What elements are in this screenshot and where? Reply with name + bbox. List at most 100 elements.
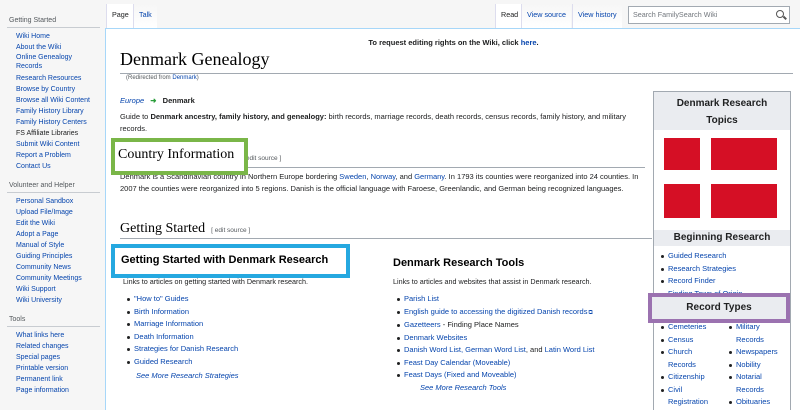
sidebar-list-volunteer: Personal Sandbox Upload File/Image Edit … bbox=[16, 197, 106, 306]
list-item[interactable]: Parish List bbox=[396, 293, 595, 306]
sidebar-item-printable[interactable]: Printable version bbox=[16, 364, 106, 374]
breadcrumb-current: Denmark bbox=[162, 96, 195, 105]
highlight-country-information-label: Country Information bbox=[118, 147, 235, 162]
sidebar-item-principles[interactable]: Guiding Principles bbox=[16, 252, 106, 262]
sidebar-item-submit[interactable]: Submit Wiki Content bbox=[16, 140, 106, 150]
highlight-country-information: Country Information bbox=[111, 138, 248, 175]
heading-denmark-research-tools: Denmark Research Tools bbox=[393, 257, 525, 269]
list-item[interactable]: Notarial Records bbox=[728, 371, 773, 396]
beginning-research-list: Guided Research Research Strategies Reco… bbox=[654, 246, 790, 298]
list-item[interactable]: Death Information bbox=[126, 331, 238, 344]
list-item[interactable]: Nobility bbox=[728, 359, 790, 372]
sidebar-item-permanent[interactable]: Permanent link bbox=[16, 375, 106, 385]
intro-pre: Guide to bbox=[120, 112, 151, 121]
sidebar-item-pageinfo[interactable]: Page information bbox=[16, 386, 106, 396]
redirect-prefix: (Redirected from bbox=[126, 75, 173, 81]
list-item[interactable]: Obituaries bbox=[728, 396, 790, 409]
research-tools-desc: Links to articles and websites that assi… bbox=[393, 277, 592, 286]
sidebar-item-support[interactable]: Wiki Support bbox=[16, 285, 106, 295]
sidebar-item-fhl[interactable]: Family History Library bbox=[16, 107, 106, 117]
list-item[interactable]: Citizenship bbox=[660, 371, 720, 384]
sidebar-item-special[interactable]: Special pages bbox=[16, 353, 106, 363]
sidebar-item-about[interactable]: About the Wiki bbox=[16, 43, 106, 53]
sidebar-item-browse-country[interactable]: Browse by Country bbox=[16, 85, 106, 95]
intro-bold: Denmark ancestry, family history, and ge… bbox=[150, 112, 327, 121]
list-item[interactable]: Marriage Information bbox=[126, 318, 238, 331]
list-item[interactable]: Strategies for Danish Research bbox=[126, 343, 238, 356]
sidebar-item-online-records[interactable]: Online Genealogy Records bbox=[16, 54, 96, 71]
sidebar-section-title: Getting Started bbox=[9, 17, 57, 24]
getting-started-edit-link[interactable]: [ edit source ] bbox=[211, 227, 250, 234]
sidebar-item-browse-all[interactable]: Browse all Wiki Content bbox=[16, 96, 106, 106]
page-title: Denmark Genealogy bbox=[120, 49, 270, 69]
sidebar-item-fhc[interactable]: Family History Centers bbox=[16, 118, 106, 128]
danish-records-guide-link[interactable]: English guide to accessing the digitized… bbox=[404, 307, 587, 316]
getting-started-rule bbox=[120, 238, 652, 239]
list-item[interactable]: Census bbox=[660, 334, 720, 347]
country-info-edit-link[interactable]: [ edit source ] bbox=[242, 155, 281, 162]
tab-page[interactable]: Page bbox=[106, 4, 134, 28]
list-item[interactable]: Feast Day Calendar (Moveable) bbox=[396, 357, 595, 370]
link-germany[interactable]: Germany bbox=[414, 172, 444, 181]
latin-word-list-link[interactable]: Latin Word List bbox=[545, 345, 595, 354]
list-item[interactable]: "How to" Guides bbox=[126, 293, 238, 306]
list-item[interactable]: Research Strategies bbox=[660, 263, 742, 276]
beginning-research-heading: Beginning Research bbox=[673, 232, 771, 243]
list-item: English guide to accessing the digitized… bbox=[396, 306, 595, 320]
tab-view-history[interactable]: View history bbox=[572, 4, 622, 28]
getting-started-list: "How to" Guides Birth Information Marria… bbox=[126, 293, 238, 368]
sidebar-item-research-resources[interactable]: Research Resources bbox=[16, 74, 106, 84]
list-item[interactable]: Denmark Websites bbox=[396, 332, 595, 345]
tab-view-source[interactable]: View source bbox=[521, 4, 572, 28]
list-item[interactable]: Military Records bbox=[728, 321, 773, 346]
tab-read[interactable]: Read bbox=[495, 4, 524, 28]
edit-rights-notice: To request editing rights on the Wiki, c… bbox=[106, 38, 800, 47]
list-item[interactable]: Record Finder bbox=[660, 275, 742, 288]
gazetteers-link[interactable]: Gazetteers bbox=[404, 320, 441, 329]
see-more-tools-link[interactable]: See More Research Tools bbox=[420, 383, 506, 392]
word-lists-link[interactable]: Danish Word List, German Word List bbox=[404, 345, 526, 354]
sidebar-item-affiliate[interactable]: FS Affiliate Libraries bbox=[16, 129, 106, 139]
flag-block bbox=[664, 184, 700, 218]
list-item[interactable]: Newspapers bbox=[728, 346, 790, 359]
research-tools-list: Parish List English guide to accessing t… bbox=[396, 293, 595, 382]
highlight-getting-started-with-denmark: Getting Started with Denmark Research bbox=[111, 244, 350, 278]
list-item[interactable]: Civil Registration bbox=[660, 384, 715, 409]
search-icon[interactable] bbox=[776, 10, 784, 18]
list-item[interactable]: Guided Research bbox=[660, 250, 742, 263]
sidebar-item-adopt[interactable]: Adopt a Page bbox=[16, 230, 106, 240]
sidebar-item-meetings[interactable]: Community Meetings bbox=[16, 274, 106, 284]
link-norway[interactable]: Norway bbox=[371, 172, 396, 181]
list-item[interactable]: Guided Research bbox=[126, 356, 238, 369]
breadcrumb-europe[interactable]: Europe bbox=[120, 96, 144, 105]
research-topics-infobox: Denmark Research Topics Beginning Resear… bbox=[653, 91, 791, 410]
list-item[interactable]: Birth Information bbox=[126, 306, 238, 319]
search-input[interactable]: Search FamilySearch Wiki bbox=[628, 6, 790, 24]
word-lists-mid: , and bbox=[525, 345, 545, 354]
sidebar-item-sandbox[interactable]: Personal Sandbox bbox=[16, 197, 106, 207]
country-info-sep-2: , and bbox=[395, 172, 415, 181]
sidebar-item-whatlinks[interactable]: What links here bbox=[16, 331, 106, 341]
sidebar-item-university[interactable]: Wiki University bbox=[16, 296, 106, 306]
tab-talk[interactable]: Talk bbox=[133, 4, 157, 28]
breadcrumb: Europe ➜ Denmark bbox=[120, 96, 195, 105]
sidebar-divider bbox=[7, 192, 100, 193]
infobox-title: Denmark Research Topics bbox=[676, 98, 768, 126]
see-more-strategies-link[interactable]: See More Research Strategies bbox=[136, 371, 239, 380]
sidebar-item-edit[interactable]: Edit the Wiki bbox=[16, 219, 106, 229]
sidebar-item-contact[interactable]: Contact Us bbox=[16, 162, 106, 172]
list-item[interactable]: Church Records bbox=[660, 346, 710, 371]
sidebar-item-wiki-home[interactable]: Wiki Home bbox=[16, 32, 106, 42]
sidebar-section-title: Volunteer and Helper bbox=[9, 182, 75, 189]
sidebar-item-related[interactable]: Related changes bbox=[16, 342, 106, 352]
redirect-link[interactable]: Denmark bbox=[172, 75, 196, 81]
link-sweden[interactable]: Sweden bbox=[339, 172, 366, 181]
sidebar-item-report[interactable]: Report a Problem bbox=[16, 151, 106, 161]
getting-started-heading: Getting Started bbox=[120, 221, 206, 236]
notice-link[interactable]: here bbox=[521, 38, 537, 47]
sidebar-item-upload[interactable]: Upload File/Image bbox=[16, 208, 106, 218]
list-item[interactable]: Feast Days (Fixed and Moveable) bbox=[396, 369, 595, 382]
sidebar-item-news[interactable]: Community News bbox=[16, 263, 106, 273]
sidebar-item-style[interactable]: Manual of Style bbox=[16, 241, 106, 251]
sidebar: Getting Started Wiki Home About the Wiki… bbox=[0, 0, 106, 410]
